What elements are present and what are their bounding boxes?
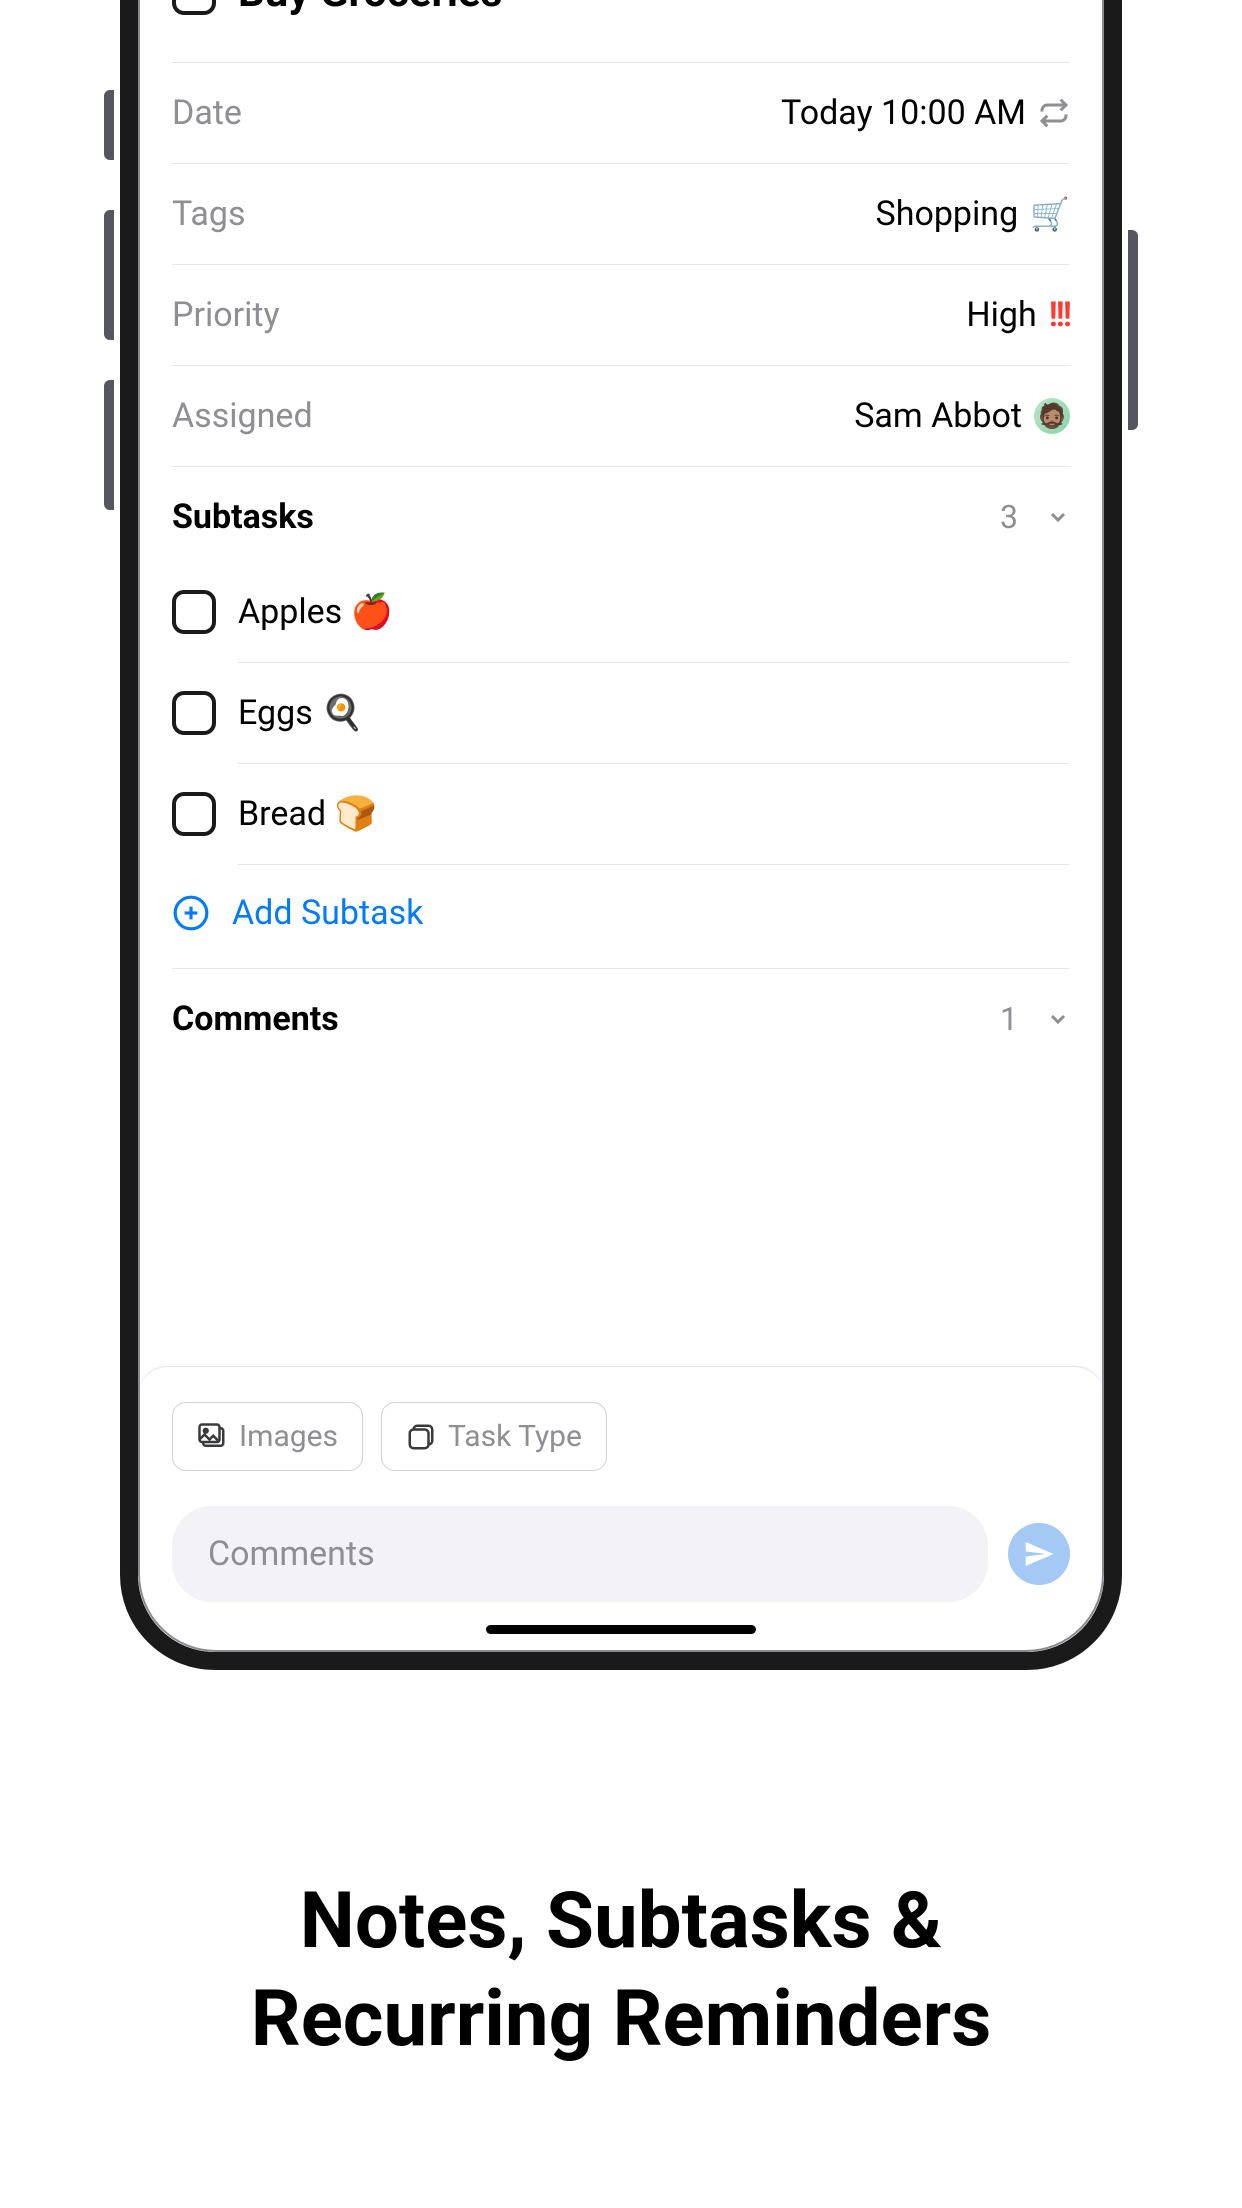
subtask-list: Apples 🍎 Eggs 🍳 Bread 🍞 Add Subtask <box>172 552 1070 968</box>
subtasks-header[interactable]: Subtasks 3 <box>172 466 1070 552</box>
date-label: Date <box>172 93 242 133</box>
comments-section: Comments 1 <box>172 968 1070 1054</box>
comments-header[interactable]: Comments 1 <box>172 969 1070 1054</box>
comments-header-right: 1 <box>1000 1000 1070 1038</box>
images-chip[interactable]: Images <box>172 1402 363 1471</box>
subtask-checkbox[interactable] <box>172 590 216 634</box>
plus-circle-icon <box>172 894 210 932</box>
add-subtask-button[interactable]: Add Subtask <box>172 865 1070 968</box>
chevron-down-icon <box>1046 505 1070 529</box>
chevron-down-icon <box>1046 1007 1070 1031</box>
images-chip-label: Images <box>239 1419 338 1454</box>
images-icon <box>197 1422 227 1452</box>
priority-text: High <box>966 295 1036 335</box>
subtasks-count: 3 <box>1000 498 1018 536</box>
promo-line-1: Notes, Subtasks & <box>60 1873 1182 1971</box>
assigned-text: Sam Abbot <box>854 396 1022 436</box>
promo-line-2: Recurring Reminders <box>60 1971 1182 2069</box>
date-row[interactable]: Date Today 10:00 AM <box>172 62 1070 163</box>
tags-text: Shopping <box>876 194 1019 234</box>
volume-mute-button <box>104 90 114 160</box>
subtask-checkbox[interactable] <box>172 792 216 836</box>
priority-label: Priority <box>172 295 280 335</box>
task-type-icon <box>406 1422 436 1452</box>
avatar: 🧔🏽 <box>1034 398 1070 434</box>
tags-row[interactable]: Tags Shopping 🛒 <box>172 163 1070 264</box>
subtask-item[interactable]: Apples 🍎 <box>172 562 1070 662</box>
subtask-item[interactable]: Bread 🍞 <box>172 764 1070 864</box>
task-type-chip-label: Task Type <box>448 1419 582 1454</box>
home-indicator[interactable] <box>486 1625 756 1634</box>
subtask-text: Bread 🍞 <box>238 794 377 834</box>
comment-input[interactable] <box>172 1506 988 1602</box>
subtasks-title: Subtasks <box>172 497 314 537</box>
comments-title: Comments <box>172 999 339 1039</box>
task-type-chip[interactable]: Task Type <box>381 1402 607 1471</box>
task-checkbox[interactable] <box>172 0 216 15</box>
priority-marks-icon: !!! <box>1049 295 1070 335</box>
send-icon <box>1023 1538 1055 1570</box>
promo-text: Notes, Subtasks & Recurring Reminders <box>0 1873 1242 2068</box>
date-value: Today 10:00 AM <box>781 93 1070 133</box>
volume-down-button <box>104 380 114 510</box>
comments-count: 1 <box>1000 1000 1018 1038</box>
assigned-label: Assigned <box>172 396 313 436</box>
add-subtask-label: Add Subtask <box>232 893 423 933</box>
phone-frame: Buy Groceries Date Today 10:00 AM Tags S… <box>120 0 1122 1670</box>
task-header: Buy Groceries <box>172 0 1070 62</box>
date-text: Today 10:00 AM <box>781 93 1026 133</box>
assigned-value: Sam Abbot 🧔🏽 <box>854 396 1070 436</box>
subtask-checkbox[interactable] <box>172 691 216 735</box>
subtask-item[interactable]: Eggs 🍳 <box>172 663 1070 763</box>
send-button[interactable] <box>1008 1523 1070 1585</box>
power-button <box>1128 230 1138 430</box>
priority-value: High !!! <box>966 295 1070 335</box>
tags-label: Tags <box>172 194 246 234</box>
task-title[interactable]: Buy Groceries <box>238 0 502 17</box>
subtask-text: Eggs 🍳 <box>238 693 364 733</box>
volume-up-button <box>104 210 114 340</box>
comment-input-row <box>172 1506 1070 1602</box>
app-content: Buy Groceries Date Today 10:00 AM Tags S… <box>138 0 1104 1652</box>
priority-row[interactable]: Priority High !!! <box>172 264 1070 365</box>
repeat-icon <box>1038 97 1070 129</box>
bottom-panel: Images Task Type <box>138 1366 1104 1652</box>
tags-value: Shopping 🛒 <box>876 194 1070 234</box>
chip-row: Images Task Type <box>172 1402 1070 1471</box>
avatar-emoji: 🧔🏽 <box>1037 402 1067 430</box>
assigned-row[interactable]: Assigned Sam Abbot 🧔🏽 <box>172 365 1070 466</box>
subtasks-header-right: 3 <box>1000 498 1070 536</box>
shopping-cart-icon: 🛒 <box>1030 195 1070 233</box>
subtask-text: Apples 🍎 <box>238 592 393 632</box>
